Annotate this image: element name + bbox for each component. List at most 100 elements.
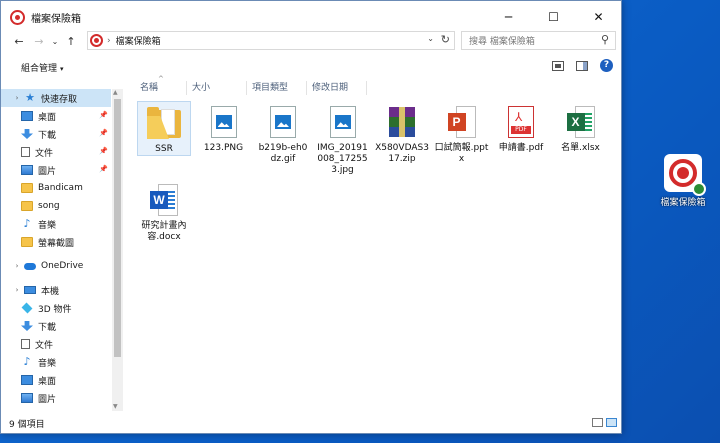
chevron-right-icon[interactable]: › [11, 286, 23, 294]
sidebar-item-label: 桌面 [38, 376, 57, 387]
sidebar-item[interactable]: 圖片 📌 [1, 161, 111, 179]
cloud-icon [24, 262, 36, 270]
forward-button[interactable]: → [29, 35, 49, 48]
chevron-down-icon[interactable]: ⌄ [427, 34, 434, 43]
navigation-pane-scrollbar[interactable]: ▲ ▼ [112, 89, 123, 411]
sidebar-item[interactable]: 文件 [1, 335, 111, 353]
preview-pane-icon[interactable] [576, 60, 588, 71]
file-item[interactable]: SSR [137, 101, 191, 156]
folder-icon [21, 237, 33, 247]
file-item[interactable]: W 研究計畫內容.docx [137, 179, 191, 243]
pictures-icon [21, 393, 33, 403]
view-controls: ? [552, 59, 613, 72]
desktop-shortcut-vault[interactable]: 檔案保險箱 [644, 154, 720, 208]
sidebar-item-label: 音樂 [38, 358, 57, 369]
download-icon [21, 129, 33, 139]
scrollbar-thumb[interactable] [114, 99, 121, 357]
pin-icon[interactable]: 📌 [99, 129, 108, 137]
sidebar-item[interactable]: ♪ 音樂 [1, 353, 111, 371]
sidebar-item[interactable]: 下載 [1, 317, 111, 335]
column-header-name[interactable]: 名稱 [135, 81, 187, 95]
file-item[interactable]: b219b-eh0dz.gif [256, 101, 310, 165]
file-item[interactable]: X580VDAS317.zip [375, 101, 429, 165]
sidebar-item[interactable]: 圖片 [1, 389, 111, 407]
file-name: SSR [155, 144, 173, 154]
search-box[interactable]: 搜尋 檔案保險箱 ⚲ [461, 31, 616, 50]
desktop-icon [21, 111, 33, 121]
sidebar-item[interactable]: Bandicam [1, 179, 111, 197]
pin-icon[interactable]: 📌 [99, 165, 108, 173]
sidebar-item[interactable]: ♪ 音樂 [1, 215, 111, 233]
details-view-icon[interactable] [592, 418, 603, 427]
sidebar-item[interactable]: 桌面 📌 [1, 107, 111, 125]
file-name: 口試簡報.pptx [434, 143, 489, 164]
sidebar-item-quick-access[interactable]: › ★ 快速存取 [1, 89, 111, 107]
organize-button[interactable]: 組合管理 ▾ [21, 61, 64, 74]
column-header-type[interactable]: 項目類型 [247, 81, 307, 95]
sidebar-item[interactable]: song [1, 197, 111, 215]
sort-ascending-icon: ^ [158, 75, 164, 83]
navigation-pane: › ★ 快速存取 桌面 📌 下載 📌 文件 📌 圖片 📌 Bandicam song ♪ 音樂 螢幕截圖 › On… [1, 89, 111, 411]
vault-app-icon [664, 154, 706, 196]
sidebar-item[interactable]: 下載 📌 [1, 125, 111, 143]
refresh-icon[interactable]: ↻ [441, 33, 450, 46]
sidebar-item[interactable]: 3D 物件 [1, 299, 111, 317]
maximize-button[interactable]: ☐ [531, 1, 576, 33]
column-header-size[interactable]: 大小 [187, 81, 247, 95]
scroll-up-icon[interactable]: ▲ [113, 89, 118, 96]
folder-icon [147, 107, 181, 139]
change-view-icon[interactable] [552, 60, 564, 71]
music-icon: ♪ [23, 217, 31, 230]
search-input[interactable]: 搜尋 檔案保險箱 [469, 34, 535, 47]
sidebar-item-label: 桌面 [38, 112, 57, 123]
file-explorer-window: 檔案保險箱 ─ ☐ ✕ ← → ⌄ ↑ › 檔案保險箱 ⌄ ↻ 搜尋 檔案保險箱… [0, 0, 622, 434]
minimize-button[interactable]: ─ [486, 1, 531, 33]
help-icon[interactable]: ? [600, 59, 613, 72]
archive-file-icon [387, 107, 417, 137]
app-badge: W [150, 191, 168, 209]
organize-label: 組合管理 [21, 63, 58, 74]
chevron-right-icon[interactable]: › [11, 262, 23, 270]
file-thumbnail: P [435, 101, 489, 143]
document-icon [21, 339, 30, 349]
file-item[interactable]: 123.PNG [197, 101, 251, 154]
large-icons-view-icon[interactable] [606, 418, 617, 427]
breadcrumb-current[interactable]: 檔案保險箱 [116, 34, 161, 47]
search-icon[interactable]: ⚲ [601, 33, 609, 46]
sidebar-item-this-pc[interactable]: › 本機 [1, 281, 111, 299]
status-bar: 9 個項目 [1, 413, 621, 433]
file-thumbnail [375, 101, 429, 143]
sidebar-item-label: 3D 物件 [38, 304, 72, 315]
breadcrumb-separator: › [107, 35, 111, 46]
file-item[interactable]: ⅄ PDF 申請書.pdf [494, 101, 548, 154]
title-bar[interactable]: 檔案保險箱 ─ ☐ ✕ [1, 1, 621, 33]
music-icon: ♪ [23, 355, 31, 368]
file-item[interactable]: IMG_20191008_172553.jpg [316, 101, 370, 176]
file-name: X580VDAS317.zip [375, 143, 429, 164]
sidebar-item[interactable]: 桌面 [1, 371, 111, 389]
folder-icon [21, 201, 33, 211]
back-button[interactable]: ← [9, 35, 29, 48]
sidebar-item[interactable]: 文件 📌 [1, 143, 111, 161]
chevron-right-icon[interactable]: › [11, 94, 23, 102]
close-button[interactable]: ✕ [576, 1, 621, 33]
pdf-label: PDF [511, 126, 531, 134]
sidebar-item-label: 螢幕截圖 [38, 238, 75, 249]
sidebar-item-label: OneDrive [41, 261, 84, 271]
pin-icon[interactable]: 📌 [99, 147, 108, 155]
file-item[interactable]: X 名單.xlsx [554, 101, 608, 154]
sidebar-item-label: 下載 [38, 130, 57, 141]
vault-logo-icon [10, 9, 25, 25]
pin-icon[interactable]: 📌 [99, 111, 108, 119]
sidebar-item[interactable]: 螢幕截圖 [1, 233, 111, 251]
file-thumbnail [256, 101, 310, 143]
address-bar[interactable]: › 檔案保險箱 ⌄ ↻ [87, 31, 455, 50]
sidebar-item-label: 快速存取 [41, 94, 78, 105]
up-button[interactable]: ↑ [61, 35, 81, 48]
scroll-down-icon[interactable]: ▼ [113, 403, 118, 410]
recent-locations-button[interactable]: ⌄ [49, 37, 61, 46]
sidebar-item-onedrive[interactable]: › OneDrive [1, 257, 111, 275]
column-header-date[interactable]: 修改日期 [307, 81, 367, 95]
sidebar-item-label: 圖片 [38, 166, 57, 177]
file-item[interactable]: P 口試簡報.pptx [435, 101, 489, 165]
